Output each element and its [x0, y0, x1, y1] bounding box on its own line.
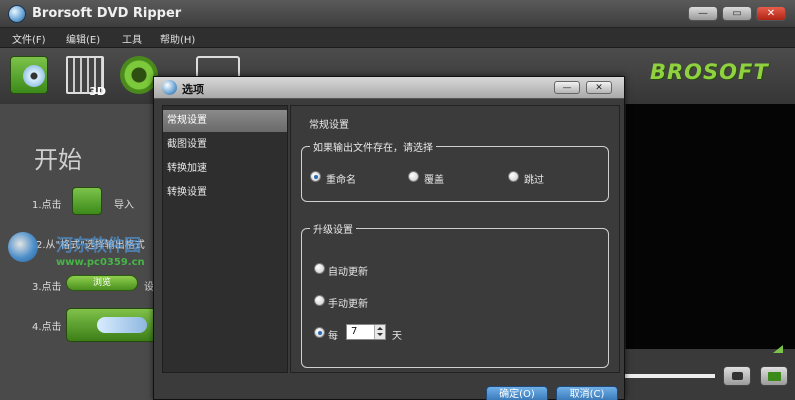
video-preview: [625, 104, 795, 349]
window-title: Brorsoft DVD Ripper: [32, 6, 182, 21]
stepper-down-icon[interactable]: [377, 333, 383, 336]
stepper-arrows[interactable]: [374, 325, 385, 339]
browse-button[interactable]: 浏览: [66, 275, 138, 291]
options-nav: 常规设置 截图设置 转换加速 转换设置: [162, 105, 288, 373]
minimize-icon: —: [562, 83, 572, 93]
film-3d-badge: 3D: [89, 85, 106, 98]
interval-value: 7: [351, 326, 358, 337]
radio-manual-update[interactable]: [314, 295, 325, 306]
cancel-button[interactable]: 取消(C): [556, 386, 618, 400]
nav-general-settings[interactable]: 常规设置: [163, 110, 287, 132]
close-icon: ✕: [766, 8, 776, 19]
update-settings-legend: 升级设置: [310, 221, 356, 236]
watermark-logo-icon: [8, 232, 38, 262]
dialog-minimize-button[interactable]: —: [554, 81, 580, 94]
options-content: 常规设置 如果输出文件存在，请选择 重命名 覆盖 跳过 升级设置 自动更新 手动…: [290, 105, 620, 373]
radio-manual-update-label: 手动更新: [328, 299, 368, 310]
close-icon: ✕: [595, 83, 603, 93]
dvd-load-icon[interactable]: [10, 56, 48, 94]
playback-slider[interactable]: [625, 374, 715, 378]
ok-button[interactable]: 确定(O): [486, 386, 548, 400]
radio-auto-update[interactable]: [314, 263, 325, 274]
nav-conversion-settings[interactable]: 转换设置: [163, 182, 287, 204]
watermark-text: 河东软件园: [56, 236, 141, 256]
close-button[interactable]: ✕: [756, 6, 786, 21]
section-title: 常规设置: [309, 120, 349, 131]
step1-label: 1.点击: [32, 200, 62, 211]
menu-help[interactable]: 帮助(H): [160, 31, 195, 46]
step3-label: 3.点击: [32, 282, 62, 293]
expand-arrow-icon[interactable]: [773, 345, 783, 353]
nav-screenshot-settings[interactable]: 截图设置: [163, 134, 287, 156]
stepper-up-icon[interactable]: [377, 327, 383, 330]
options-dialog: 选项 — ✕ 常规设置 截图设置 转换加速 转换设置 常规设置 如果输出文件存在…: [153, 76, 625, 400]
radio-rename-label: 重命名: [326, 175, 356, 186]
interval-unit: 天: [392, 331, 402, 342]
radio-skip-label: 跳过: [524, 175, 544, 186]
menubar: 文件(F) 编辑(E) 工具 帮助(H): [0, 28, 795, 48]
dialog-close-button[interactable]: ✕: [586, 81, 612, 94]
window-titlebar[interactable]: Brorsoft DVD Ripper — ▭ ✕: [0, 0, 795, 28]
radio-overwrite[interactable]: [408, 171, 419, 182]
open-folder-icon[interactable]: [760, 366, 788, 386]
radio-every-label: 每: [328, 331, 338, 342]
maximize-button[interactable]: ▭: [722, 6, 752, 21]
convert-button[interactable]: [66, 308, 162, 342]
start-title: 开始: [34, 146, 82, 174]
start-panel: 开始 1.点击 导入 2.从"格式"选择输出格式 3.点击 浏览 设 4.点击 …: [0, 104, 162, 400]
step1-text: 导入: [114, 200, 134, 211]
dialog-title: 选项: [182, 83, 204, 96]
brand-logo: BROSOFT: [650, 60, 769, 84]
radio-rename[interactable]: [310, 171, 321, 182]
menu-tools[interactable]: 工具: [122, 31, 142, 46]
dvd-import-icon[interactable]: [72, 187, 102, 215]
watermark-url: www.pc0359.cn: [56, 257, 145, 268]
radio-auto-update-label: 自动更新: [328, 267, 368, 278]
dialog-app-icon: [162, 80, 177, 95]
minimize-icon: —: [698, 8, 708, 19]
step4-label: 4.点击: [32, 322, 62, 333]
dialog-titlebar[interactable]: 选项 — ✕: [154, 77, 624, 99]
maximize-icon: ▭: [732, 8, 742, 19]
menu-edit[interactable]: 编辑(E): [66, 31, 100, 46]
nav-conversion-acceleration[interactable]: 转换加速: [163, 158, 287, 180]
film-3d-icon[interactable]: 3D: [66, 56, 106, 98]
interval-stepper[interactable]: 7: [346, 324, 386, 340]
snapshot-camera-icon[interactable]: [723, 366, 751, 386]
radio-skip[interactable]: [508, 171, 519, 182]
output-exists-group: 如果输出文件存在，请选择 重命名 覆盖 跳过: [301, 139, 609, 202]
minimize-button[interactable]: —: [688, 6, 718, 21]
update-settings-group: 升级设置 自动更新 手动更新 每 7 天: [301, 221, 609, 368]
radio-overwrite-label: 覆盖: [424, 175, 444, 186]
menu-file[interactable]: 文件(F): [12, 31, 46, 46]
radio-every[interactable]: [314, 327, 325, 338]
app-icon: [8, 5, 26, 23]
output-exists-legend: 如果输出文件存在，请选择: [310, 139, 436, 154]
